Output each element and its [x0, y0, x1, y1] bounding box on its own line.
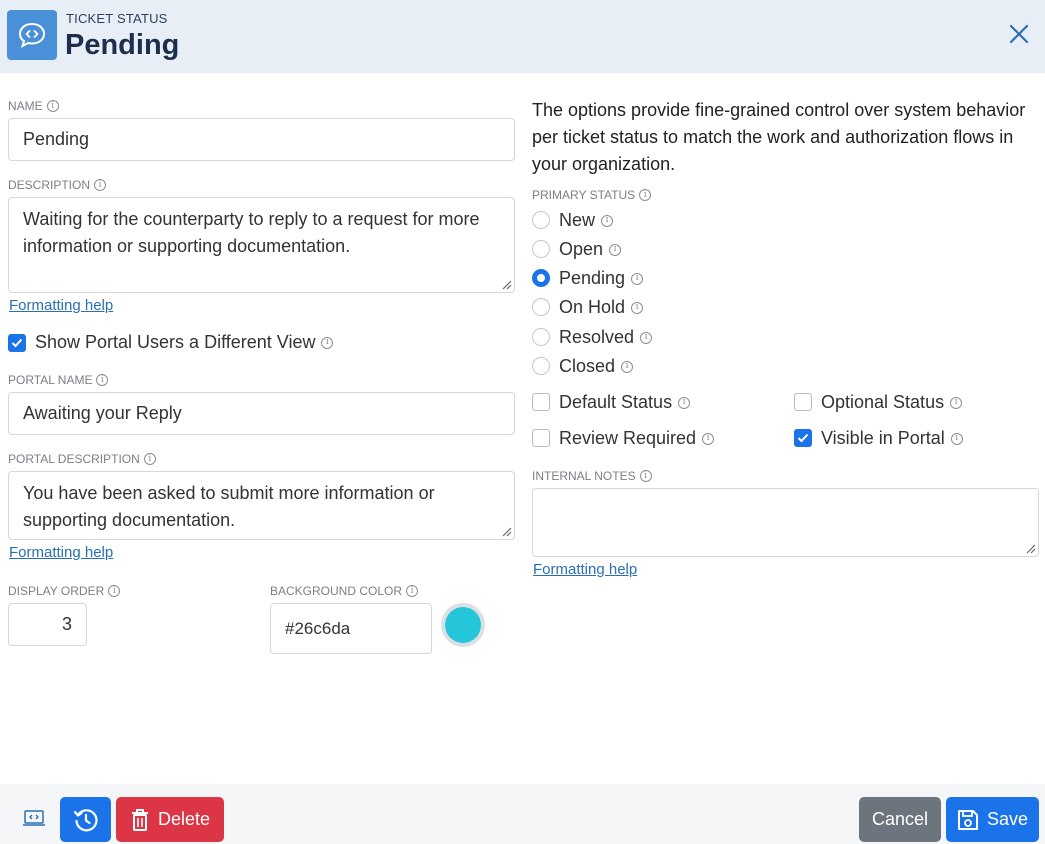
info-icon[interactable]: i — [678, 396, 691, 409]
history-icon — [73, 808, 98, 831]
radio-open[interactable] — [532, 240, 550, 258]
info-icon[interactable]: i — [640, 331, 653, 344]
info-icon[interactable]: i — [321, 336, 334, 349]
radio-label-open: Open i — [559, 239, 622, 260]
bg-color-value: #26c6da — [285, 618, 351, 638]
default-status-label: Default Status i — [559, 392, 691, 413]
info-icon[interactable]: i — [950, 432, 963, 445]
delete-label: Delete — [157, 809, 211, 829]
save-label: Save — [986, 809, 1029, 829]
save-button[interactable]: Save — [946, 797, 1039, 842]
display-order-input[interactable]: 3 — [8, 603, 87, 646]
portal-name-input[interactable]: Awaiting your Reply — [8, 392, 515, 435]
formatting-help-link[interactable]: Formatting help — [9, 544, 113, 561]
name-value: Pending — [23, 129, 90, 149]
portal-description-label: PORTAL DESCRIPTION i — [8, 452, 156, 466]
display-order-value: 3 — [61, 614, 72, 634]
internal-notes-textarea[interactable] — [532, 488, 1039, 557]
radio-pending[interactable] — [532, 269, 550, 287]
embed-icon — [23, 810, 45, 826]
info-icon[interactable]: i — [631, 301, 644, 314]
header-kicker: TICKET STATUS — [66, 11, 168, 26]
description-value: Waiting for the counterparty to reply to… — [23, 209, 480, 256]
info-icon[interactable]: i — [94, 179, 107, 191]
internal-notes-label: INTERNAL NOTES i — [532, 469, 652, 483]
history-button[interactable] — [60, 797, 111, 842]
bg-color-input[interactable]: #26c6da — [270, 603, 432, 654]
info-icon[interactable]: i — [46, 100, 59, 112]
formatting-help-link[interactable]: Formatting help — [533, 561, 637, 578]
color-swatch[interactable] — [441, 603, 485, 647]
radio-label-resolved: Resolved i — [559, 327, 653, 348]
bg-color-label: BACKGROUND COLOR i — [270, 584, 419, 598]
name-input[interactable]: Pending — [8, 118, 515, 161]
formatting-help-link[interactable]: Formatting help — [9, 297, 113, 314]
review-required-checkbox[interactable] — [532, 429, 550, 447]
primary-status-label: PRIMARY STATUS i — [532, 188, 652, 202]
delete-button[interactable]: Delete — [116, 797, 224, 842]
page-title: Pending — [65, 29, 180, 61]
name-label: NAME i — [8, 99, 59, 113]
close-button[interactable] — [1005, 20, 1033, 48]
radio-new[interactable] — [532, 211, 550, 229]
cancel-button[interactable]: Cancel — [859, 797, 941, 842]
portal-name-value: Awaiting your Reply — [23, 403, 182, 423]
display-order-label: DISPLAY ORDER i — [8, 584, 121, 598]
visible-in-portal-label: Visible in Portal i — [821, 428, 963, 449]
trash-icon — [131, 808, 148, 831]
portal-description-value: You have been asked to submit more infor… — [23, 483, 435, 530]
info-icon[interactable]: i — [702, 432, 715, 445]
info-icon[interactable]: i — [108, 585, 121, 597]
info-icon[interactable]: i — [609, 243, 622, 256]
embed-button[interactable] — [22, 809, 46, 827]
default-status-checkbox[interactable] — [532, 393, 550, 411]
portal-name-label: PORTAL NAME i — [8, 373, 109, 387]
resize-handle-icon[interactable] — [1026, 544, 1036, 554]
radio-label-closed: Closed i — [559, 356, 634, 377]
close-icon — [1009, 24, 1029, 44]
color-swatch-fill — [445, 607, 481, 643]
radio-label-pending: Pending i — [559, 268, 644, 289]
radio-closed[interactable] — [532, 357, 550, 375]
resize-handle-icon[interactable] — [502, 527, 512, 537]
radio-label-new: New i — [559, 210, 614, 231]
info-icon[interactable]: i — [621, 360, 634, 373]
description-label: DESCRIPTION i — [8, 178, 107, 192]
save-icon — [957, 809, 978, 830]
cancel-label: Cancel — [871, 809, 929, 829]
info-icon[interactable]: i — [96, 374, 109, 386]
chat-code-icon — [7, 10, 57, 60]
info-icon[interactable]: i — [406, 585, 419, 597]
info-icon[interactable]: i — [601, 214, 614, 227]
optional-status-checkbox[interactable] — [794, 393, 812, 411]
description-textarea[interactable]: Waiting for the counterparty to reply to… — [8, 197, 515, 293]
show-portal-label: Show Portal Users a Different View i — [35, 332, 334, 353]
resize-handle-icon[interactable] — [502, 280, 512, 290]
intro-text: The options provide fine-grained control… — [532, 100, 1026, 174]
info-icon[interactable]: i — [950, 396, 963, 409]
check-icon — [11, 338, 23, 348]
review-required-label: Review Required i — [559, 428, 715, 449]
visible-in-portal-checkbox[interactable] — [794, 429, 812, 447]
optional-status-label: Optional Status i — [821, 392, 963, 413]
info-icon[interactable]: i — [639, 470, 652, 482]
dialog-footer: Delete Cancel Save — [0, 784, 1045, 844]
info-icon[interactable]: i — [639, 189, 652, 201]
dialog-header: TICKET STATUS Pending — [0, 0, 1045, 73]
radio-label-on-hold: On Hold i — [559, 297, 644, 318]
portal-description-textarea[interactable]: You have been asked to submit more infor… — [8, 471, 515, 540]
radio-resolved[interactable] — [532, 328, 550, 346]
info-icon[interactable]: i — [631, 272, 644, 285]
check-icon — [797, 433, 809, 443]
info-icon[interactable]: i — [143, 453, 156, 465]
show-portal-checkbox[interactable] — [8, 334, 26, 352]
radio-on-hold[interactable] — [532, 298, 550, 316]
